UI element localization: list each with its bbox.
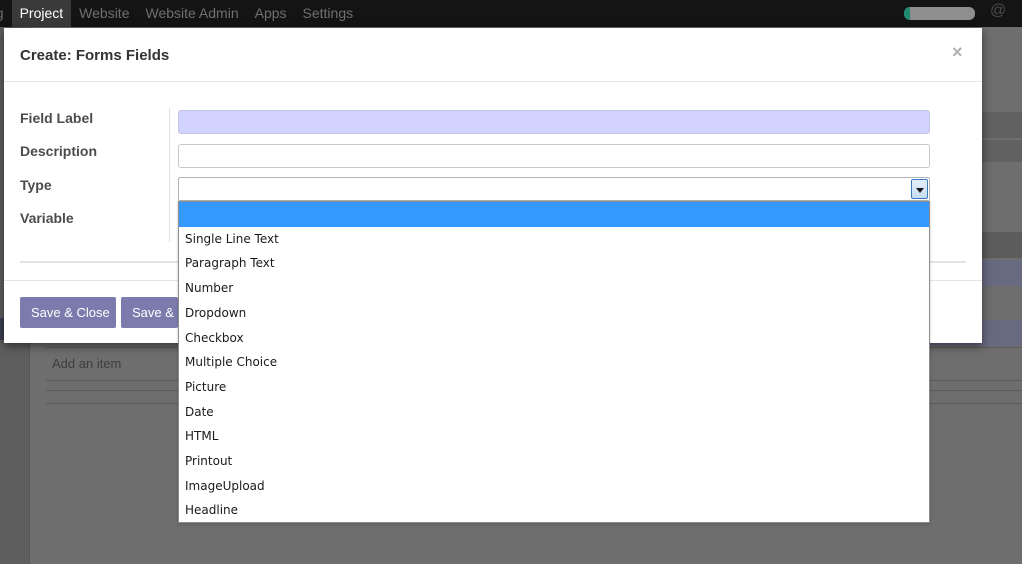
progress-bar xyxy=(904,7,975,20)
type-select[interactable] xyxy=(178,177,930,201)
menu-item-apps[interactable]: Apps xyxy=(247,0,295,27)
type-option[interactable]: Single Line Text xyxy=(179,227,929,252)
close-icon[interactable]: × xyxy=(952,42,963,63)
type-option[interactable]: Checkbox xyxy=(179,326,929,351)
save-close-button[interactable]: Save & Close xyxy=(20,297,116,328)
type-option[interactable]: Picture xyxy=(179,375,929,400)
top-navbar: ng Project Website Website Admin Apps Se… xyxy=(0,0,1022,27)
type-option[interactable]: ImageUpload xyxy=(179,474,929,499)
type-options-list: Single Line Text Paragraph Text Number Drop… xyxy=(178,201,930,523)
field-label-input[interactable] xyxy=(178,110,930,134)
type-option[interactable]: Headline xyxy=(179,498,929,523)
dialog-title: Create: Forms Fields xyxy=(20,47,170,64)
type-option[interactable]: HTML xyxy=(179,424,929,449)
menu-item-website[interactable]: Website xyxy=(71,0,137,27)
type-option[interactable]: Multiple Choice xyxy=(179,350,929,375)
add-item-link[interactable]: Add an item xyxy=(52,356,121,371)
type-option[interactable]: Dropdown xyxy=(179,301,929,326)
top-menu: ng Project Website Website Admin Apps Se… xyxy=(0,0,361,27)
chevron-down-icon[interactable] xyxy=(911,179,928,199)
menu-item-settings[interactable]: Settings xyxy=(295,0,362,27)
menu-item-partial[interactable]: ng xyxy=(0,0,12,27)
type-option[interactable]: Date xyxy=(179,400,929,425)
variable-label: Variable xyxy=(20,210,74,226)
menu-item-project[interactable]: Project xyxy=(11,0,72,27)
menu-item-website-admin[interactable]: Website Admin xyxy=(137,0,246,27)
type-option[interactable]: Paragraph Text xyxy=(179,251,929,276)
dialog-header: Create: Forms Fields × xyxy=(4,28,982,82)
type-option[interactable]: Printout xyxy=(179,449,929,474)
description-label: Description xyxy=(20,143,98,159)
type-label: Type xyxy=(20,177,52,193)
at-icon[interactable]: @ xyxy=(990,2,1006,20)
progress-fill xyxy=(904,7,910,20)
save-new-button[interactable]: Save & New xyxy=(121,297,178,328)
type-option[interactable] xyxy=(179,202,929,227)
field-label-label: Field Label xyxy=(20,110,94,126)
form-divider xyxy=(169,108,170,242)
type-option[interactable]: Number xyxy=(179,276,929,301)
description-input[interactable] xyxy=(178,144,930,168)
